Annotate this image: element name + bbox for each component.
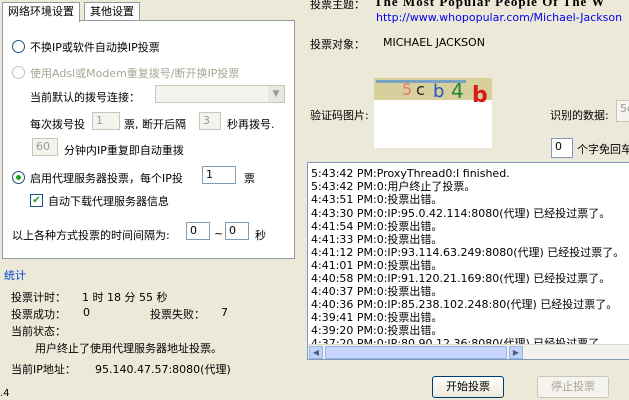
proxy-votes-unit: 票 [244,172,255,185]
radio-adsl[interactable] [12,66,25,79]
network-settings-panel: 不换IP或软件自动换IP投票 使用Adsl或Modem重复拨号/断开换IP投票 … [2,20,295,259]
proxy-votes-input[interactable]: 1 [202,166,236,184]
scroll-left-icon[interactable]: ◀ [309,346,323,359]
topic-link[interactable]: http://www.whopopular.com/Michael-Jackso… [376,11,622,24]
start-vote-button[interactable]: 开始投票 [432,376,504,398]
status-label: 当前状态： [11,325,66,338]
dial-every-input[interactable]: 1 [92,112,120,130]
target-label: 投票对象： [310,38,365,51]
timer-label: 投票计时： [11,291,66,304]
interval-label: 以上各种方式投票的时间间隔为: [12,229,170,242]
interval-separator: ~ [214,227,224,240]
log-line: 4:40:58 PM:0:IP:91.120.21.169:80(代理) 已经投… [311,272,611,285]
log-line: 4:41:01 PM:0:投票出错。 [311,259,443,272]
repeat-label: 分钟内IP重复即自动重拨 [64,144,184,157]
log-line: 4:39:20 PM:0:投票出错。 [311,324,443,337]
timer-value: 1 时 18 分 55 秒 [82,291,168,304]
log-line: 4:41:12 PM:0:IP:93.114.63.249:8080(代理) 已… [311,246,625,259]
interval-unit: 秒 [255,229,266,242]
dial-connection-select[interactable]: ▼ [155,85,285,103]
repeat-minutes-input[interactable]: 60 [32,138,58,156]
captcha-char: 5 [402,80,413,99]
auto-download-label: 自动下载代理服务器信息 [48,195,169,208]
topic-label: 投票主题： [310,0,365,11]
no-ip-change-label: 不换IP或软件自动换IP投票 [30,41,160,54]
recognized-input[interactable]: 5c [616,100,629,122]
scroll-right-icon[interactable]: ▶ [509,346,523,359]
version-fragment: .4 [0,388,10,399]
fail-label: 投票失败： [150,308,205,321]
log-line: 4:39:41 PM:0:投票出错。 [311,311,443,324]
log-hscrollbar[interactable]: ◀ ▶ [308,344,629,359]
log-line: 4:41:54 PM:0:投票出错。 [311,220,443,233]
log-line: 5:43:42 PM:0:用户终止了投票。 [311,180,476,193]
proxy-label: 启用代理服务器投票，每个IP投 [30,172,183,185]
log-line: 4:40:36 PM:0:IP:85.238.102.248:80(代理) 已经… [311,298,618,311]
auto-download-checkbox[interactable]: ✔ [30,194,43,207]
log-line: 4:43:30 PM:0:IP:95.0.42.114:8080(代理) 已经投… [311,207,611,220]
captcha-char: b [433,81,445,102]
captcha-image: 5 c b 4 b [374,78,492,148]
adsl-label: 使用Adsl或Modem重复拨号/断开换IP投票 [30,67,240,80]
log-box[interactable]: 5:43:42 PM:ProxyThread0:I finished. 5:43… [307,162,629,360]
stats-title: 统计 [4,269,26,282]
fail-value: 7 [221,306,228,319]
free-chars-input[interactable]: 0 [551,138,573,158]
captcha-label: 验证码图片: [310,109,369,122]
free-chars-label: 个字免回车 [577,143,629,156]
ip-value: 95.140.47.57:8080(代理) [95,363,231,376]
captcha-char: b [472,83,488,108]
interval-from-input[interactable]: 0 [186,222,210,240]
log-line: 4:41:33 PM:0:投票出错。 [311,233,443,246]
captcha-char: 4 [451,79,464,103]
dial-wait-input[interactable]: 3 [199,112,221,130]
stats-group: 统计 投票计时： 1 时 18 分 55 秒 投票成功： 0 投票失败： 7 当… [2,264,293,380]
success-label: 投票成功： [11,308,66,321]
captcha-char: c [416,80,425,99]
log-line: 5:43:42 PM:ProxyThread0:I finished. [311,167,510,180]
tab-network-settings[interactable]: 网络环境设置 [2,2,80,22]
tab-other-settings[interactable]: 其他设置 [84,2,140,21]
ip-label: 当前IP地址： [11,363,76,376]
target-value: MICHAEL JACKSON [383,36,485,49]
log-line: 4:40:37 PM:0:投票出错。 [311,285,443,298]
scroll-thumb[interactable] [325,346,507,359]
default-dial-label: 当前默认的拨号连接： [30,91,140,104]
dial-every-label: 每次拨号投 [30,118,85,131]
recognized-label: 识别的数据: [550,109,609,122]
dial-wait-unit: 秒再拨号. [227,118,275,131]
dial-after-label: 票, 断开后隔 [124,118,186,131]
interval-to-input[interactable]: 0 [225,222,249,240]
log-line: 4:43:51 PM:0:投票出错。 [311,193,443,206]
radio-no-ip-change[interactable] [12,40,25,53]
status-value: 用户终止了使用代理服务器地址投票。 [35,342,222,355]
topic-value: The Most Popular People Of The W [374,0,606,9]
radio-proxy[interactable] [12,171,25,184]
chevron-down-icon: ▼ [268,86,284,102]
success-value: 0 [83,306,90,319]
stop-vote-button[interactable]: 停止投票 [537,376,609,398]
